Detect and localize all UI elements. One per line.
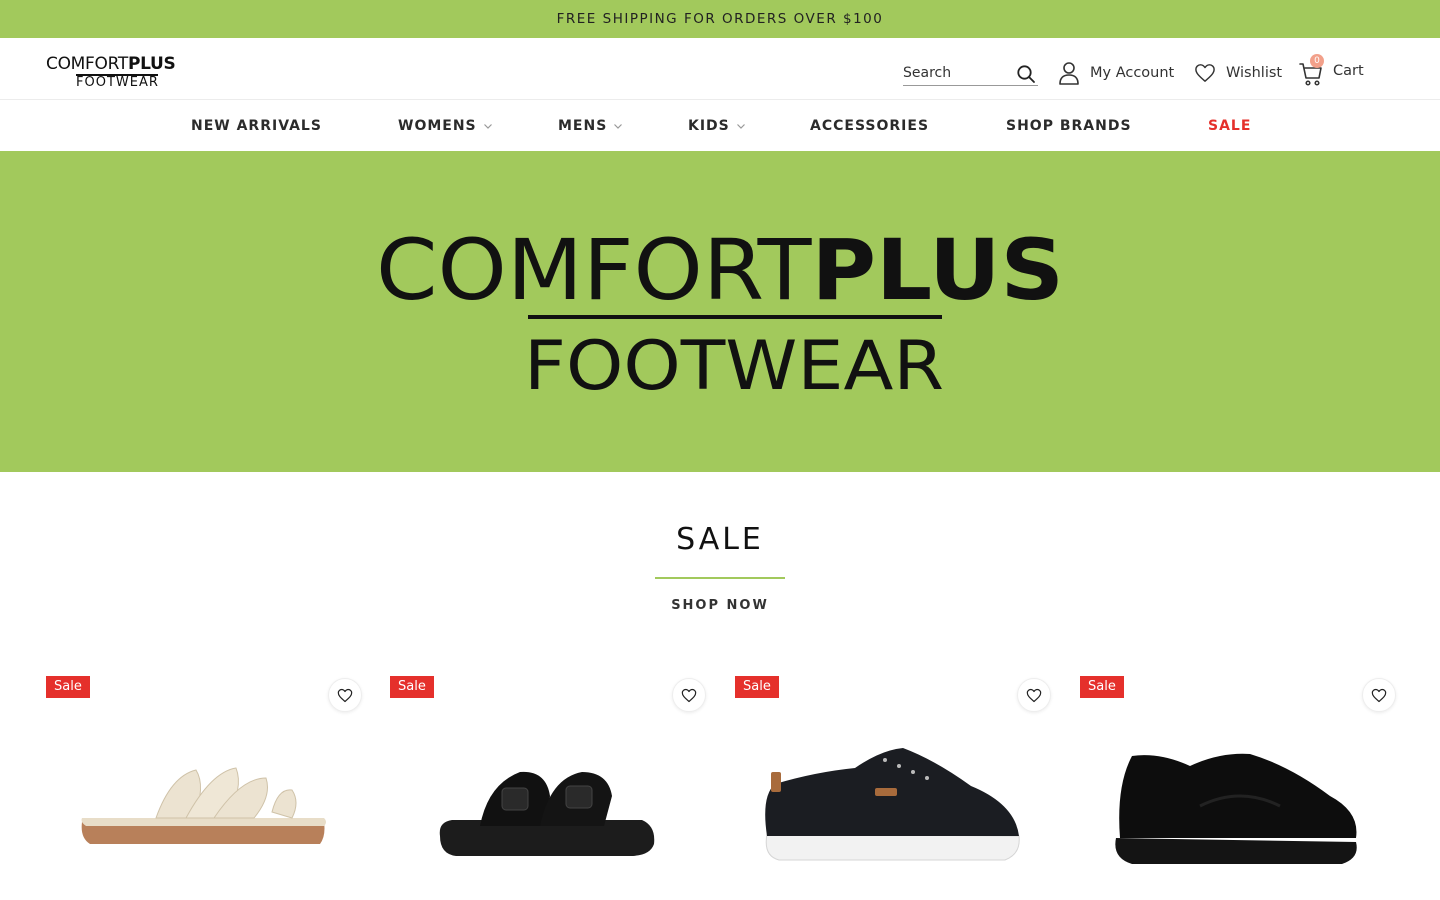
- wishlist-button[interactable]: [1017, 678, 1051, 712]
- sale-badge: Sale: [735, 676, 779, 698]
- strappy-sandal-image: [81, 767, 326, 844]
- chevron-down-icon: [614, 123, 623, 129]
- sale-badge: Sale: [46, 676, 90, 698]
- nav-item-accessories[interactable]: ACCESSORIES: [810, 100, 929, 151]
- user-icon: [1059, 62, 1079, 85]
- cart-link[interactable]: 0 Cart: [1299, 54, 1364, 86]
- promo-text: FREE SHIPPING FOR ORDERS OVER $100: [556, 11, 884, 27]
- wishlist-link[interactable]: Wishlist: [1194, 60, 1282, 86]
- heart-icon: [1371, 688, 1387, 702]
- nav-label: SALE: [1208, 117, 1252, 134]
- wishlist-button[interactable]: [1362, 678, 1396, 712]
- nav-item-new-arrivals[interactable]: NEW ARRIVALS: [191, 100, 322, 151]
- svg-text:COMFORTPLUS: COMFORT PLUS: [376, 221, 1064, 319]
- product-card[interactable]: Sale: [390, 676, 706, 900]
- wishlist-button[interactable]: [672, 678, 706, 712]
- chevron-down-icon: [483, 123, 492, 129]
- site-logo[interactable]: COMFORTPLUS FOOTWEAR: [46, 54, 188, 90]
- heart-icon: [1026, 688, 1042, 702]
- wishlist-button[interactable]: [328, 678, 362, 712]
- black-running-shoe-image: [1115, 753, 1357, 864]
- hero-line2: FOOTWEAR: [524, 327, 944, 406]
- section-divider: [655, 577, 785, 579]
- cart-label: Cart: [1333, 63, 1364, 79]
- site-header: COMFORTPLUS FOOTWEAR My Account Wishlist: [0, 38, 1440, 100]
- my-account-label: My Account: [1090, 65, 1175, 81]
- hero-rule: [528, 315, 942, 319]
- nav-label: KIDS: [688, 117, 730, 134]
- promo-bar: FREE SHIPPING FOR ORDERS OVER $100: [0, 0, 1440, 38]
- my-account-link[interactable]: My Account: [1058, 60, 1174, 86]
- hero-logo: COMFORT PLUS FOOTWEAR: [376, 221, 1064, 406]
- cart-icon-wrap: 0: [1299, 54, 1324, 86]
- nav-label: NEW ARRIVALS: [191, 117, 322, 134]
- product-card[interactable]: Sale: [735, 676, 1051, 900]
- main-nav: NEW ARRIVALS WOMENS MENS KIDS ACCESSORIE…: [0, 100, 1440, 151]
- nav-label: MENS: [558, 117, 608, 134]
- wishlist-label: Wishlist: [1226, 65, 1283, 81]
- cart-count-badge: 0: [1310, 54, 1324, 68]
- hero-line1-bold: PLUS: [811, 221, 1064, 319]
- logo-subtitle: FOOTWEAR: [76, 75, 159, 90]
- sale-badge: Sale: [390, 676, 434, 698]
- heart-icon: [681, 688, 697, 702]
- heart-icon: [337, 688, 353, 702]
- nav-item-sale[interactable]: SALE: [1208, 100, 1251, 151]
- section-title: SALE: [676, 522, 764, 557]
- black-buckle-slide-image: [439, 771, 655, 856]
- search-icon[interactable]: [1016, 64, 1036, 84]
- nav-item-womens[interactable]: WOMENS: [398, 100, 493, 151]
- nav-item-shop-brands[interactable]: SHOP BRANDS: [1006, 100, 1132, 151]
- nav-label: SHOP BRANDS: [1006, 117, 1132, 134]
- nav-label: ACCESSORIES: [810, 117, 930, 134]
- sale-badge: Sale: [1080, 676, 1124, 698]
- shop-now-link[interactable]: SHOP NOW: [0, 597, 1440, 615]
- hero-line1-light: COMFORT: [376, 221, 812, 319]
- search-input[interactable]: [903, 61, 1008, 85]
- black-leather-sneaker-image: [765, 748, 1020, 861]
- nav-item-kids[interactable]: KIDS: [688, 100, 746, 151]
- logo-wordmark: COMFORTPLUS: [46, 54, 176, 74]
- nav-item-mens[interactable]: MENS: [558, 100, 623, 151]
- product-card[interactable]: Sale: [1080, 676, 1396, 900]
- nav-label: WOMENS: [398, 117, 477, 134]
- search-box: [903, 61, 1038, 86]
- chevron-down-icon: [736, 123, 745, 129]
- product-card[interactable]: Sale: [46, 676, 362, 900]
- hero-banner[interactable]: COMFORT PLUS FOOTWEAR: [0, 151, 1440, 472]
- heart-icon: [1195, 64, 1215, 82]
